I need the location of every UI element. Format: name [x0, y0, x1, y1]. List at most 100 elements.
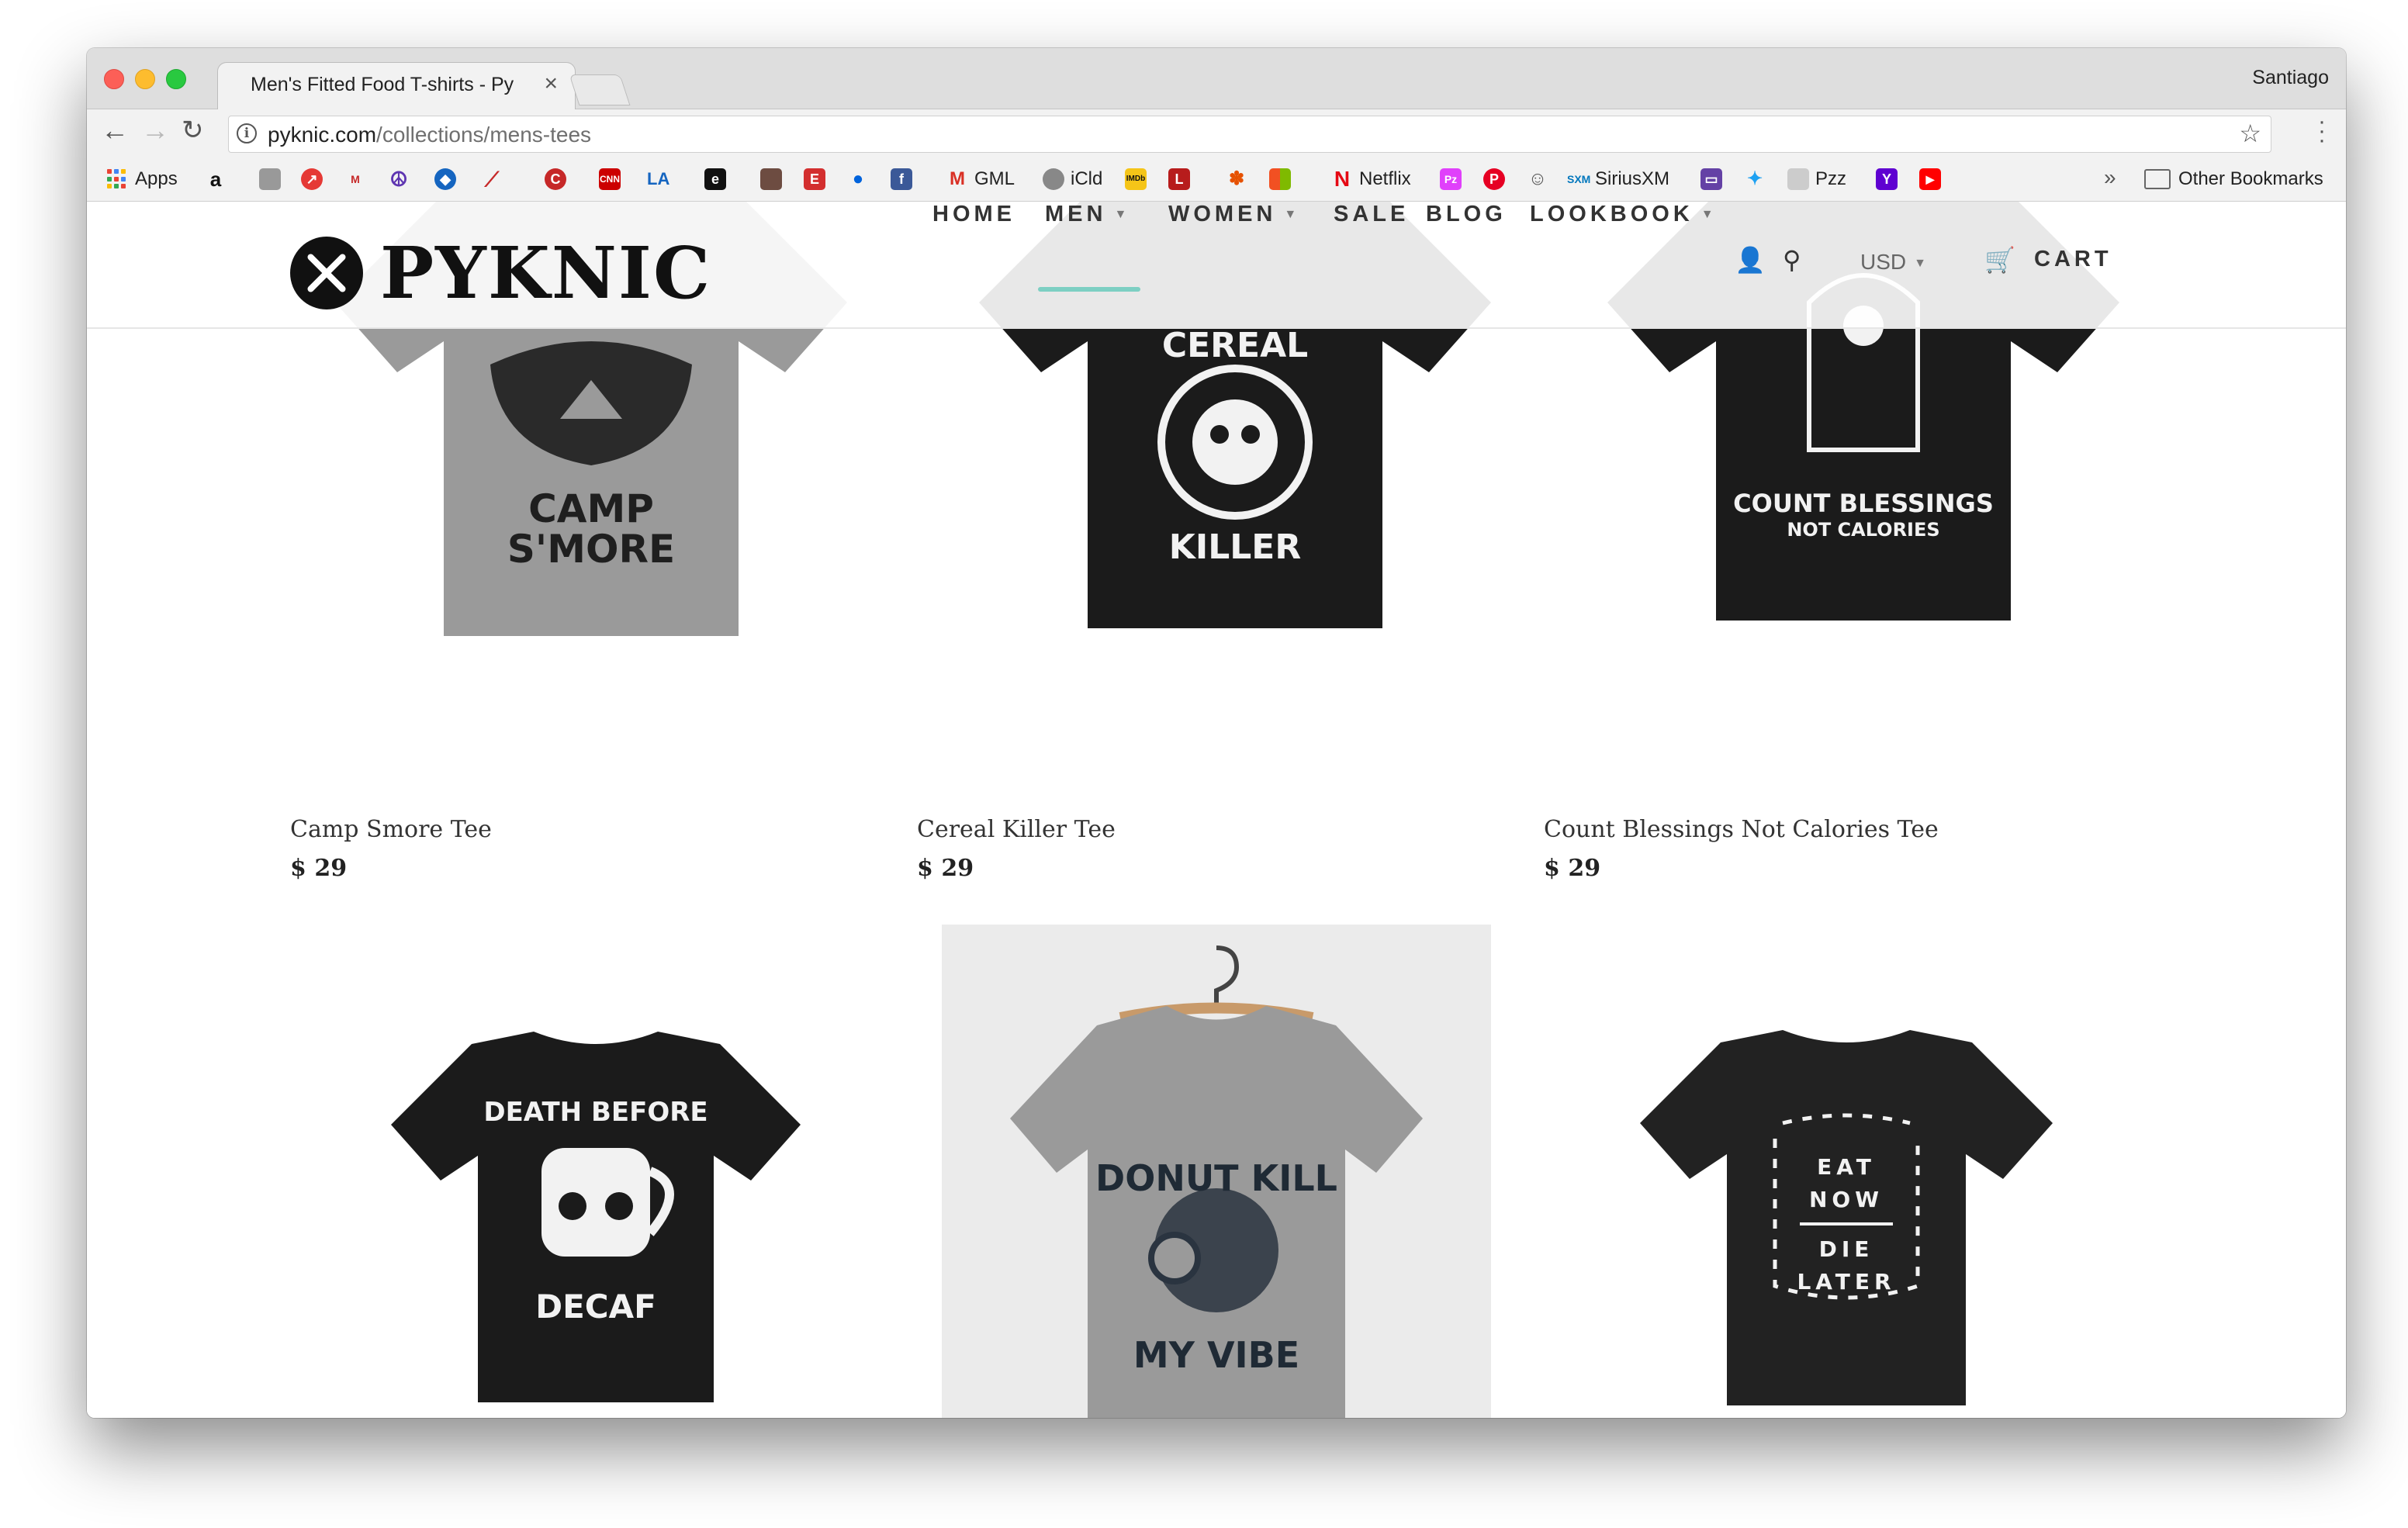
product-title[interactable]: Cereal Killer Tee — [917, 816, 1116, 843]
bookmark-chase[interactable]: ◆ — [434, 168, 456, 191]
bookmark-other-folder[interactable]: Other Bookmarks — [2144, 168, 2323, 191]
swoosh-icon: ⟋ — [484, 168, 500, 191]
address-bar[interactable]: i pyknic.com/collections/mens-tees ☆ — [228, 116, 2271, 153]
siriusxm-icon: SXM — [1567, 173, 1591, 185]
bookmark-trend[interactable]: ↗ — [301, 168, 323, 191]
espn-icon: E — [804, 168, 825, 190]
bookmark-apps[interactable]: Apps — [107, 168, 178, 191]
tshirt-graphic — [391, 1032, 801, 1402]
reload-icon[interactable]: ↻ — [182, 115, 204, 146]
bookmark-gml-label: GML — [974, 168, 1015, 189]
web-page: CAMP S'MORE CEREAL KILLER COUNT BLESSINGS… — [87, 202, 2346, 1418]
caret-down-icon: ▼ — [1914, 256, 1926, 270]
logo-text: PYKNIC — [380, 231, 712, 315]
info-icon[interactable]: i — [237, 123, 257, 143]
close-tab-icon[interactable]: × — [544, 71, 558, 97]
red-circle-icon: C — [545, 168, 566, 190]
bookmark-yahoo[interactable]: Y — [1876, 168, 1898, 191]
pyknic-logo[interactable]: PYKNIC — [290, 231, 711, 315]
product-title[interactable]: Count Blessings Not Calories Tee — [1544, 816, 1939, 843]
bookmark-facebook[interactable]: f — [891, 168, 912, 191]
bookmark-star-icon[interactable]: ☆ — [2239, 119, 2261, 148]
minimize-window-button[interactable] — [135, 69, 155, 89]
nav-men-label: MEN — [1045, 202, 1107, 226]
search-icon[interactable]: ⚲ — [1783, 245, 1801, 275]
url-text[interactable]: pyknic.com/collections/mens-tees — [268, 123, 591, 147]
product-price: $ 29 — [917, 855, 974, 882]
bookmark-apple[interactable] — [259, 168, 281, 191]
bookmark-amazon[interactable]: a — [205, 168, 227, 191]
bookmark-twitch[interactable]: ▭ — [1700, 168, 1722, 191]
bookmark-espn[interactable]: E — [804, 168, 825, 191]
page-icon — [1787, 168, 1809, 190]
product-photo-donut-kill-my-vibe[interactable]: DONUT KILL MY VIBE — [942, 925, 1491, 1418]
bookmark-netflix[interactable]: N Netflix — [1331, 168, 1411, 191]
store-header: PYKNIC HOME MEN ▼ WOMEN ▼ SALE BLOG LOOKBO… — [87, 202, 2346, 329]
bookmark-apps-label: Apps — [135, 168, 178, 189]
shirt-graphic-text-bottom: MY VIBE — [1133, 1334, 1300, 1376]
bookmark-peace[interactable]: ☮ — [388, 168, 410, 191]
shirt-graphic-text-bottom: KILLER — [1168, 527, 1302, 567]
account-icon[interactable]: 👤 — [1735, 245, 1766, 275]
bookmark-pinterest[interactable]: P — [1483, 168, 1505, 191]
browser-menu-icon[interactable]: · · · — [2318, 110, 2326, 152]
bookmark-l[interactable]: L — [1168, 168, 1190, 191]
shirt-graphic-text: CAMP S'MORE — [507, 486, 676, 572]
cnn-icon: CNN — [599, 168, 621, 190]
bookmark-nbc[interactable]: ✽ — [1226, 168, 1247, 191]
bookmark-twitter[interactable]: ✦ — [1744, 168, 1766, 191]
close-window-button[interactable] — [104, 69, 124, 89]
more-bookmarks-chevron-icon[interactable]: » — [2104, 165, 2116, 190]
facebook-icon: f — [891, 168, 912, 190]
new-tab-button[interactable] — [569, 74, 631, 105]
nav-women-label: WOMEN — [1168, 202, 1277, 226]
youtube-icon: ▶ — [1919, 168, 1941, 190]
reddit-icon: ☺ — [1527, 168, 1548, 189]
back-arrow-icon[interactable]: ← — [101, 114, 129, 147]
bookmark-mojo[interactable]: M — [344, 168, 366, 191]
bookmark-pz[interactable]: Pz — [1440, 168, 1462, 191]
bookmark-engadget[interactable]: e — [704, 168, 726, 191]
bookmark-other-label: Other Bookmarks — [2178, 168, 2323, 189]
maximize-window-button[interactable] — [166, 69, 186, 89]
bookmark-briefcase[interactable] — [760, 168, 782, 191]
bookmark-pzz[interactable]: Pzz — [1787, 168, 1846, 191]
bookmark-capitalone[interactable]: ⟋ — [481, 168, 503, 191]
cart-link[interactable]: CART — [2034, 247, 2112, 272]
bookmark-icloud[interactable]: iCld — [1043, 168, 1102, 191]
url-host: pyknic.com — [268, 123, 377, 147]
active-nav-indicator — [1038, 287, 1140, 292]
currency-select[interactable]: USD ▼ — [1860, 250, 1926, 275]
cart-icon[interactable]: 🛒 — [1984, 245, 2015, 275]
bookmark-cnn[interactable]: CNN — [599, 168, 621, 191]
bookmark-dodgers[interactable]: LA — [647, 168, 669, 191]
browser-window: Men's Fitted Food T-shirts - Py × Santia… — [87, 48, 2346, 1418]
product-title[interactable]: Camp Smore Tee — [290, 816, 492, 843]
bookmark-reddit[interactable]: ☺ — [1527, 168, 1548, 191]
bookmark-netflix-label: Netflix — [1359, 168, 1411, 189]
nav-men[interactable]: MEN ▼ — [1045, 202, 1126, 227]
product-image-eat-now-die-later[interactable]: EAT NOW DIE LATER — [1628, 1030, 2065, 1415]
forward-arrow-icon[interactable]: → — [141, 114, 169, 147]
nav-lookbook[interactable]: LOOKBOOK ▼ — [1530, 202, 1714, 227]
trend-icon: ↗ — [301, 168, 323, 190]
bookmark-microsoft[interactable] — [1269, 168, 1291, 191]
shirt-graphic-text-top: DONUT KILL — [1095, 1157, 1337, 1199]
bookmark-red-circle[interactable]: C — [545, 168, 566, 191]
nav-lookbook-label: LOOKBOOK — [1530, 202, 1694, 226]
bookmark-gmail[interactable]: M GML — [946, 168, 1015, 191]
nav-home[interactable]: HOME — [932, 202, 1015, 227]
nav-women[interactable]: WOMEN ▼ — [1168, 202, 1296, 227]
bookmark-imdb[interactable]: IMDb — [1125, 168, 1147, 191]
profile-name[interactable]: Santiago — [2252, 67, 2329, 89]
pinterest-icon: P — [1483, 168, 1505, 190]
bookmark-flickr[interactable]: ● — [847, 168, 869, 191]
bookmark-siriusxm[interactable]: SXM SiriusXM — [1567, 168, 1669, 191]
nav-blog[interactable]: BLOG — [1426, 202, 1507, 227]
shirt-graphic-text-bottom: DECAF — [535, 1288, 656, 1326]
tshirt-graphic — [1640, 1030, 2053, 1405]
browser-tab[interactable]: Men's Fitted Food T-shirts - Py × — [217, 62, 576, 110]
product-image-death-before-decaf[interactable]: DEATH BEFORE DECAF — [379, 1032, 813, 1412]
nav-sale[interactable]: SALE — [1334, 202, 1409, 227]
bookmark-youtube[interactable]: ▶ — [1919, 168, 1941, 191]
